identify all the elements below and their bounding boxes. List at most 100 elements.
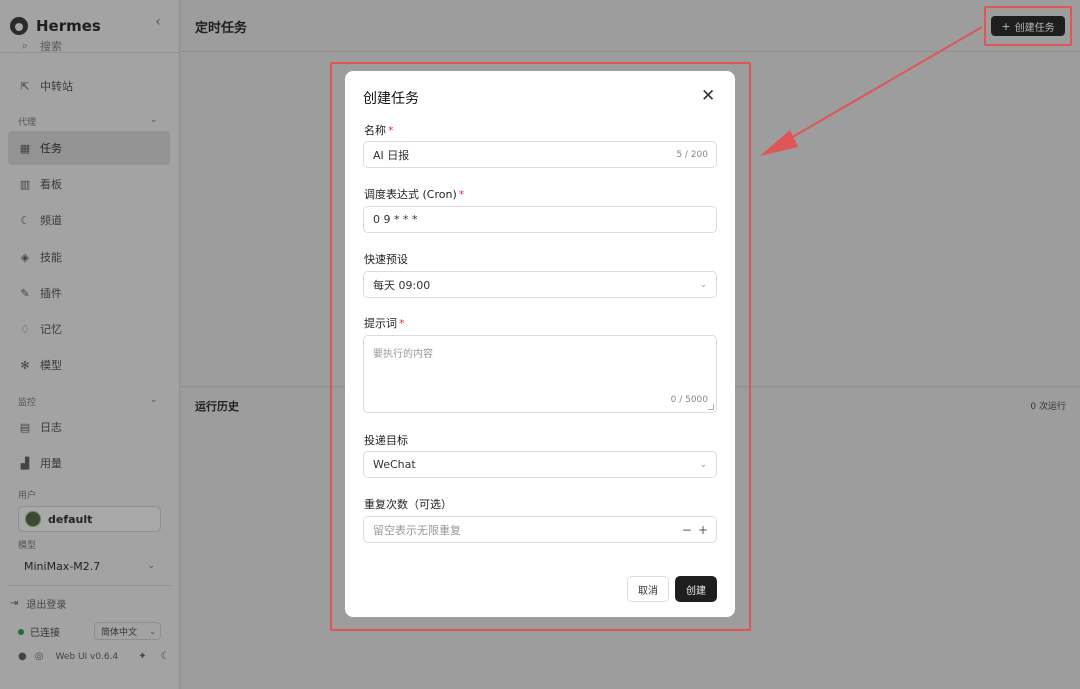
sidebar-item-label: 中转站 (40, 80, 73, 93)
status-dot (18, 628, 24, 635)
preset-label: 快速预设 (364, 253, 408, 266)
name-label: 名称 * (364, 124, 394, 137)
plus-icon[interactable]: + (698, 523, 708, 537)
bar-chart-icon: ▟ (20, 456, 30, 470)
connection-status: 已连接 (18, 624, 60, 639)
name-char-count: 5 / 200 (676, 149, 708, 160)
sidebar-item-label: 日志 (40, 421, 62, 434)
cancel-button[interactable]: 取消 (627, 576, 669, 602)
sparkle-icon: ✻ (20, 358, 30, 372)
run-history-count: 0 次运行 (1030, 402, 1066, 412)
sidebar-item-label: 看板 (40, 178, 62, 191)
target-select[interactable]: WeChat ⌄ (363, 451, 717, 478)
section-label-model: 模型 (18, 541, 37, 551)
user-selector[interactable]: default (18, 506, 161, 532)
sidebar-item-logs[interactable]: ▤ 日志 (8, 410, 170, 444)
divider (8, 585, 172, 586)
resize-handle[interactable] (708, 404, 714, 410)
sidebar-item-label: 用量 (40, 457, 62, 470)
sidebar: Hermes ‹ ⌕ 搜索 ⇱ 中转站 代理 ⌄ ▦ 任务 ▥ 看板 ☾ 频道 … (0, 0, 180, 689)
sidebar-item-board[interactable]: ▥ 看板 (8, 167, 170, 201)
layers-icon: ◈ (20, 250, 30, 264)
sidebar-item-label: 搜索 (40, 40, 62, 53)
moon-icon[interactable]: ☾ (161, 651, 170, 662)
repeat-placeholder: 留空表示无限重复 (373, 523, 461, 537)
avatar (25, 511, 41, 527)
chevron-down-icon: ⌄ (149, 626, 156, 636)
annotation-arrow (760, 26, 983, 156)
wrench-icon: ✎ (20, 286, 30, 300)
prompt-textarea[interactable]: 要执行的内容 0 / 5000 (363, 335, 717, 413)
version-label: Web UI v0.6.4 (55, 651, 119, 662)
sidebar-item-channels[interactable]: ☾ 频道 (8, 203, 170, 237)
sidebar-item-tasks[interactable]: ▦ 任务 (8, 131, 170, 165)
chevron-down-icon: ⌄ (147, 561, 155, 571)
logout-button[interactable]: ⇥ 退出登录 (10, 596, 66, 611)
moon-icon: ☾ (20, 213, 30, 227)
annotation-highlight-box (984, 6, 1072, 46)
sidebar-item-skills[interactable]: ◈ 技能 (8, 240, 170, 274)
quantity-stepper: − + (676, 523, 708, 537)
create-button[interactable]: 创建 (675, 576, 717, 602)
target-value: WeChat (373, 458, 416, 471)
brand-name: Hermes (36, 17, 101, 35)
brand[interactable]: Hermes (10, 14, 101, 38)
logout-icon: ⇥ (10, 598, 19, 609)
bulb-icon: ♢ (20, 322, 30, 336)
language-select[interactable]: 简体中文 ⌄ (94, 622, 161, 640)
prompt-char-count: 0 / 5000 (670, 395, 708, 405)
create-task-dialog: 创建任务 ✕ 名称 * AI 日报 5 / 200 调度表达式 (Cron) * 0… (345, 71, 735, 617)
sidebar-item-relay[interactable]: ⇱ 中转站 (8, 69, 170, 103)
chevron-down-icon: ⌄ (699, 459, 707, 470)
sidebar-item-search[interactable]: ⌕ 搜索 (8, 36, 170, 56)
sidebar-item-memory[interactable]: ♢ 记忆 (8, 312, 170, 346)
sidebar-item-label: 频道 (40, 214, 62, 227)
minus-icon[interactable]: − (682, 523, 692, 537)
calendar-icon: ▦ (19, 141, 31, 155)
github-icon[interactable]: ● (18, 651, 27, 662)
run-history-title: 运行历史 (195, 400, 239, 413)
prompt-label: 提示词 * (364, 317, 405, 330)
globe-icon[interactable]: ◎ (35, 651, 44, 662)
cron-input[interactable]: 0 9 * * * (363, 206, 717, 233)
sidebar-item-plugins[interactable]: ✎ 插件 (8, 276, 170, 310)
sidebar-item-label: 插件 (40, 287, 62, 300)
sidebar-item-models[interactable]: ✻ 模型 (8, 348, 170, 382)
user-name: default (48, 512, 93, 526)
name-value: AI 日报 (373, 148, 410, 162)
hermes-logo-icon (10, 17, 28, 35)
logout-label: 退出登录 (26, 600, 67, 611)
dialog-title: 创建任务 (363, 91, 419, 107)
preset-select[interactable]: 每天 09:00 ⌄ (363, 271, 717, 298)
chevron-down-icon[interactable]: ⌄ (150, 115, 158, 125)
preset-value: 每天 09:00 (373, 278, 431, 292)
sun-icon[interactable]: ✦ (138, 651, 146, 662)
close-icon[interactable]: ✕ (701, 87, 715, 105)
name-input[interactable]: AI 日报 5 / 200 (363, 141, 717, 168)
cron-label: 调度表达式 (Cron) * (364, 188, 465, 201)
sidebar-item-usage[interactable]: ▟ 用量 (8, 446, 170, 480)
sidebar-item-label: 模型 (40, 359, 62, 372)
board-icon: ▥ (19, 177, 31, 191)
status-label: 已连接 (30, 628, 60, 639)
section-label-monitor: 监控 (18, 398, 37, 408)
repeat-label: 重复次数（可选） (364, 498, 452, 511)
chevron-down-icon[interactable]: ⌄ (150, 395, 158, 405)
sidebar-item-label: 记忆 (40, 323, 62, 336)
sidebar-item-label: 任务 (40, 142, 62, 155)
sidebar-footer: ● ◎ Web UI v0.6.4 ✦ ☾ (18, 651, 178, 662)
repeat-input[interactable]: 留空表示无限重复 − + (363, 516, 717, 543)
cron-value: 0 9 * * * (373, 213, 418, 226)
language-value: 简体中文 (101, 627, 138, 638)
prompt-placeholder: 要执行的内容 (373, 349, 433, 360)
chevron-down-icon: ⌄ (699, 279, 707, 290)
section-label-agent: 代理 (18, 118, 37, 128)
document-icon: ▤ (19, 420, 31, 434)
sidebar-item-label: 技能 (40, 251, 62, 264)
model-select[interactable]: MiniMax-M2.7 ⌄ (18, 555, 161, 577)
chevron-left-icon[interactable]: ‹ (150, 14, 166, 32)
external-link-icon: ⇱ (20, 79, 30, 93)
search-icon: ⌕ (21, 39, 29, 52)
target-label: 投递目标 (364, 434, 408, 447)
model-value: MiniMax-M2.7 (24, 559, 101, 573)
